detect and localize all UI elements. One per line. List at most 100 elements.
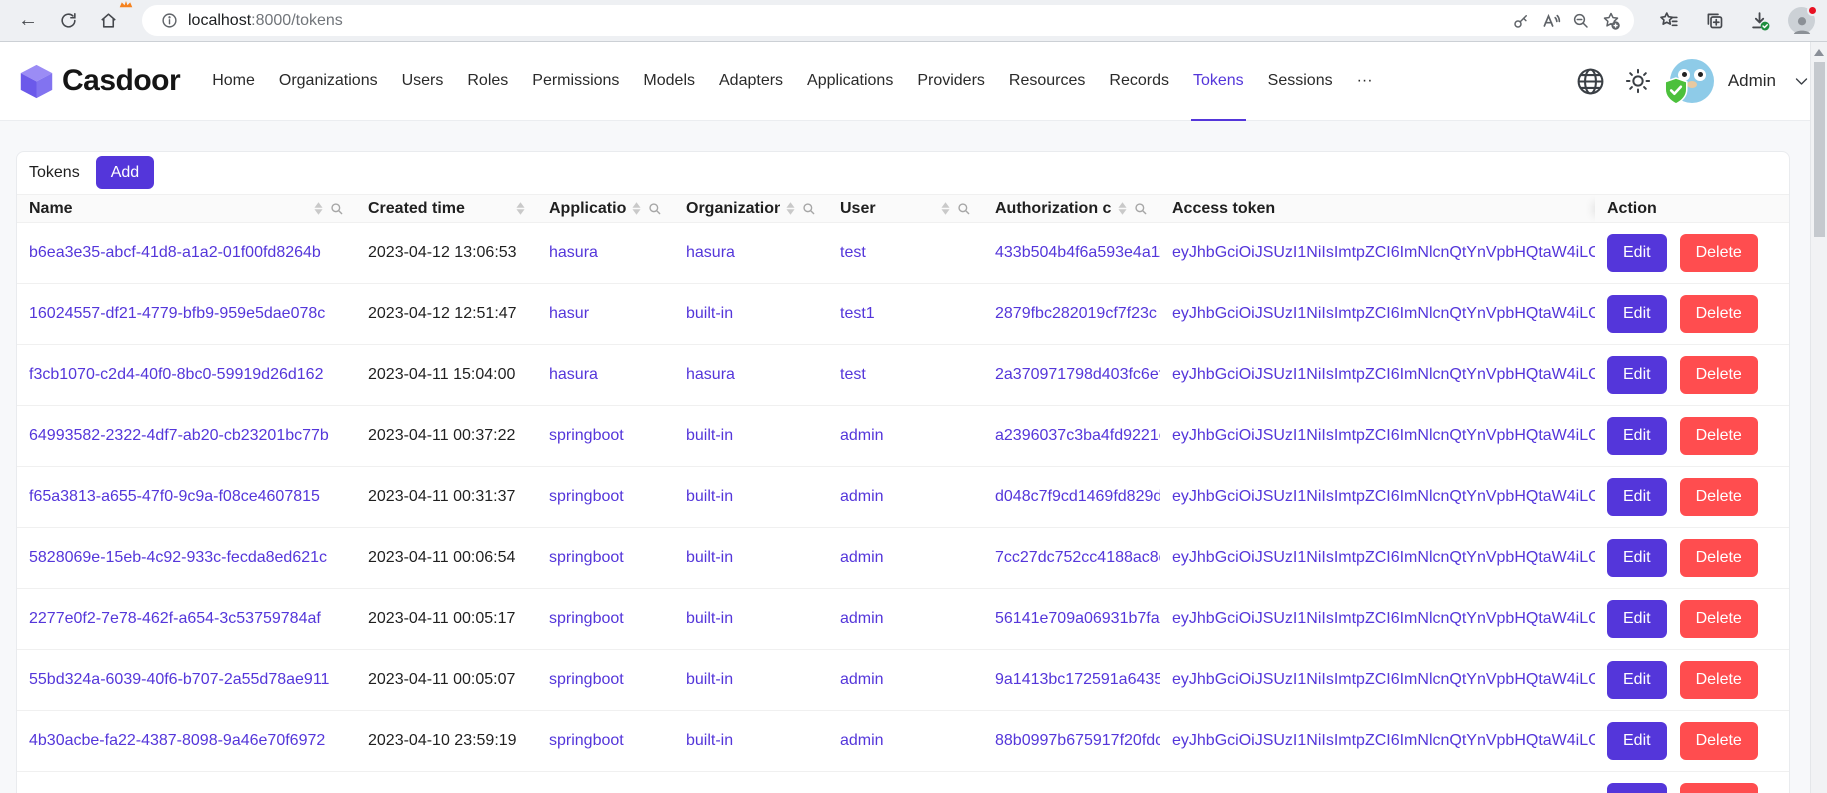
sort-icon[interactable]	[314, 202, 323, 215]
delete-button[interactable]: Delete	[1680, 417, 1758, 455]
user-link[interactable]: admin	[840, 610, 884, 627]
sort-icon[interactable]	[516, 202, 525, 215]
token-name-link[interactable]: 55bd324a-6039-40f6-b707-2a55d78ae911	[29, 671, 329, 688]
edit-button[interactable]: Edit	[1607, 661, 1667, 699]
add-token-button[interactable]: Add	[96, 156, 154, 189]
delete-button[interactable]: Delete	[1680, 295, 1758, 333]
user-link[interactable]: test	[840, 366, 866, 383]
vertical-scrollbar[interactable]	[1810, 42, 1827, 793]
nav-item[interactable]: Home	[200, 42, 267, 120]
sort-icon[interactable]	[1118, 202, 1127, 215]
application-link[interactable]: springboot	[549, 671, 624, 688]
application-link[interactable]: springboot	[549, 549, 624, 566]
token-name-link[interactable]: 16024557-df21-4779-bfb9-959e5dae078c	[29, 305, 325, 322]
application-link[interactable]: springboot	[549, 488, 624, 505]
search-icon[interactable]	[957, 202, 971, 216]
column-header-organization[interactable]: Organization	[674, 195, 828, 223]
delete-button[interactable]: Delete	[1680, 722, 1758, 760]
nav-item[interactable]: Sessions	[1256, 42, 1345, 120]
sort-icon[interactable]	[786, 202, 795, 215]
organization-link[interactable]: built-in	[686, 549, 733, 566]
organization-link[interactable]: hasura	[686, 366, 735, 383]
column-header-created-time[interactable]: Created time	[356, 195, 537, 223]
collections-icon[interactable]	[1696, 4, 1732, 38]
user-link[interactable]: test	[840, 244, 866, 261]
edit-button[interactable]: Edit	[1607, 539, 1667, 577]
token-name-link[interactable]: 4b30acbe-fa22-4387-8098-9a46e70f6972	[29, 732, 325, 749]
read-aloud-icon[interactable]	[1536, 7, 1566, 35]
organization-link[interactable]: built-in	[686, 732, 733, 749]
nav-item[interactable]: Models	[631, 42, 707, 120]
user-link[interactable]: admin	[840, 427, 884, 444]
column-header-name[interactable]: Name	[17, 195, 356, 223]
token-name-link[interactable]: b6ea3e35-abcf-41d8-a1a2-01f00fd8264b	[29, 244, 321, 261]
nav-item[interactable]: Tokens	[1181, 42, 1256, 120]
token-name-link[interactable]: 64993582-2322-4df7-ab20-cb23201bc77b	[29, 427, 329, 444]
edit-button[interactable]: Edit	[1607, 234, 1667, 272]
language-globe-icon[interactable]	[1575, 66, 1606, 97]
password-key-icon[interactable]	[1506, 7, 1536, 35]
theme-sun-icon[interactable]	[1624, 67, 1652, 95]
delete-button[interactable]: Delete	[1680, 234, 1758, 272]
sort-icon[interactable]	[632, 202, 641, 215]
token-name-link[interactable]: 2277e0f2-7e78-462f-a654-3c53759784af	[29, 610, 321, 627]
column-header-authorization-code[interactable]: Authorization code	[983, 195, 1160, 223]
edit-button[interactable]: Edit	[1607, 478, 1667, 516]
nav-item[interactable]: Organizations	[267, 42, 390, 120]
application-link[interactable]: hasur	[549, 305, 589, 322]
user-link[interactable]: test1	[840, 305, 875, 322]
token-name-link[interactable]: f3cb1070-c2d4-40f0-8bc0-59919d26d162	[29, 366, 323, 383]
back-icon[interactable]: ←	[10, 4, 46, 38]
token-name-link[interactable]: f65a3813-a655-47f0-9c9a-f08ce4607815	[29, 488, 320, 505]
application-link[interactable]: springboot	[549, 732, 624, 749]
edit-button[interactable]: Edit	[1607, 356, 1667, 394]
address-bar[interactable]: localhost:8000/tokens	[142, 5, 1634, 36]
search-icon[interactable]	[330, 202, 344, 216]
casdoor-logo[interactable]: Casdoor	[18, 42, 180, 120]
browser-profile-avatar[interactable]	[1788, 7, 1815, 34]
user-link[interactable]: admin	[840, 671, 884, 688]
sort-icon[interactable]	[941, 202, 950, 215]
refresh-icon[interactable]	[50, 4, 86, 38]
delete-button[interactable]: Delete	[1680, 478, 1758, 516]
organization-link[interactable]: hasura	[686, 244, 735, 261]
delete-button[interactable]: Delete	[1680, 600, 1758, 638]
application-link[interactable]: springboot	[549, 610, 624, 627]
search-icon[interactable]	[1134, 202, 1148, 216]
delete-button[interactable]: Delete	[1680, 783, 1758, 793]
edit-button[interactable]: Edit	[1607, 600, 1667, 638]
nav-item[interactable]: Resources	[997, 42, 1097, 120]
delete-button[interactable]: Delete	[1680, 356, 1758, 394]
edit-button[interactable]: Edit	[1607, 295, 1667, 333]
organization-link[interactable]: built-in	[686, 488, 733, 505]
search-icon[interactable]	[802, 202, 816, 216]
favorites-hub-icon[interactable]	[1650, 4, 1686, 38]
delete-button[interactable]: Delete	[1680, 539, 1758, 577]
nav-item[interactable]: Users	[390, 42, 456, 120]
organization-link[interactable]: built-in	[686, 305, 733, 322]
nav-item[interactable]: Permissions	[520, 42, 631, 120]
scrollbar-thumb[interactable]	[1814, 62, 1825, 237]
chevron-down-icon[interactable]	[1794, 74, 1809, 89]
url-text[interactable]: localhost:8000/tokens	[188, 12, 343, 30]
organization-link[interactable]: built-in	[686, 610, 733, 627]
nav-item[interactable]: Adapters	[707, 42, 795, 120]
application-link[interactable]: hasura	[549, 366, 598, 383]
edit-button[interactable]: Edit	[1607, 722, 1667, 760]
nav-item[interactable]: Providers	[905, 42, 997, 120]
nav-item[interactable]: Records	[1097, 42, 1181, 120]
token-name-link[interactable]: 5828069e-15eb-4c92-933c-fecda8ed621c	[29, 549, 327, 566]
edit-button[interactable]: Edit	[1607, 783, 1667, 793]
search-icon[interactable]	[648, 202, 662, 216]
user-link[interactable]: admin	[840, 488, 884, 505]
add-favorite-icon[interactable]	[1596, 7, 1626, 35]
site-info-icon[interactable]	[154, 7, 184, 35]
nav-item[interactable]: Applications	[795, 42, 905, 120]
account-name[interactable]: Admin	[1728, 71, 1776, 91]
application-link[interactable]: springboot	[549, 427, 624, 444]
user-link[interactable]: admin	[840, 549, 884, 566]
nav-item[interactable]: ···	[1345, 42, 1385, 120]
downloads-icon[interactable]	[1742, 4, 1778, 38]
organization-link[interactable]: built-in	[686, 671, 733, 688]
application-link[interactable]: hasura	[549, 244, 598, 261]
